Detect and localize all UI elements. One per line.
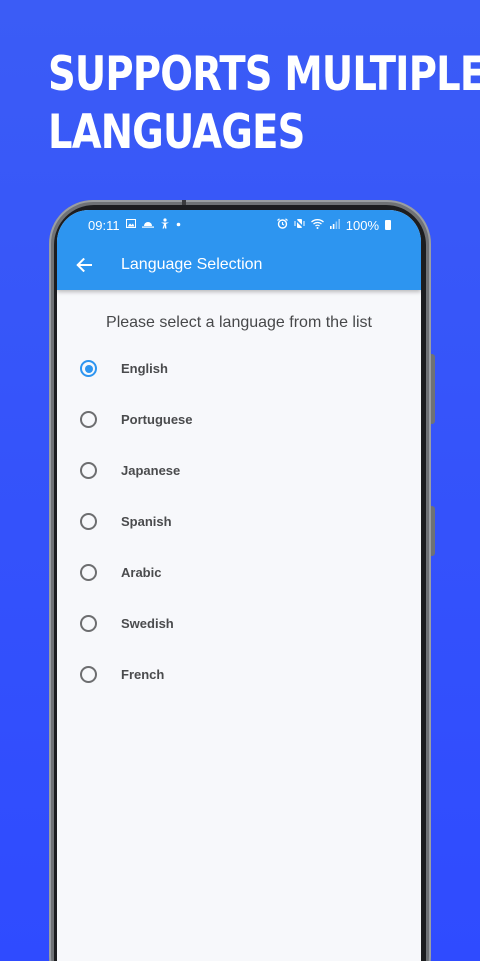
radio-button[interactable] bbox=[80, 462, 97, 479]
language-label: French bbox=[121, 667, 165, 682]
toolbar: Language Selection bbox=[57, 240, 421, 290]
wifi-icon bbox=[310, 218, 324, 232]
language-list: English Portuguese Japanese Spanish Arab… bbox=[57, 343, 421, 700]
weather-notification-icon bbox=[141, 219, 154, 231]
gallery-notification-icon bbox=[125, 219, 136, 231]
promo-heading-line1: SUPPORTS MULTIPLE bbox=[48, 47, 480, 102]
vibrate-mute-icon bbox=[293, 217, 305, 232]
language-label: Swedish bbox=[121, 616, 174, 631]
arrow-left-icon[interactable] bbox=[73, 254, 95, 276]
language-label: Portuguese bbox=[121, 412, 193, 427]
page-title: Language Selection bbox=[121, 256, 263, 273]
language-option-spanish[interactable]: Spanish bbox=[57, 496, 421, 547]
accessibility-notification-icon bbox=[160, 218, 170, 232]
language-label: English bbox=[121, 361, 168, 376]
radio-button-selected[interactable] bbox=[80, 360, 97, 377]
status-bar-left: 09:11 bbox=[88, 218, 181, 233]
phone-screen: 09:11 100% Language Selection Please sel… bbox=[57, 210, 421, 961]
language-option-arabic[interactable]: Arabic bbox=[57, 547, 421, 598]
phone-power-button bbox=[431, 506, 435, 556]
phone-sensor bbox=[182, 200, 186, 205]
signal-icon bbox=[329, 218, 340, 232]
promo-heading: SUPPORTS MULTIPLE LANGUAGES bbox=[48, 46, 480, 162]
radio-button[interactable] bbox=[80, 615, 97, 632]
radio-button[interactable] bbox=[80, 564, 97, 581]
language-label: Arabic bbox=[121, 565, 162, 580]
language-label: Japanese bbox=[121, 463, 181, 478]
language-option-portuguese[interactable]: Portuguese bbox=[57, 394, 421, 445]
language-option-japanese[interactable]: Japanese bbox=[57, 445, 421, 496]
radio-button[interactable] bbox=[80, 666, 97, 683]
app-bar: 09:11 100% Language Selection bbox=[57, 210, 421, 290]
status-time: 09:11 bbox=[88, 217, 120, 233]
status-bar-right: 100% bbox=[276, 217, 391, 233]
radio-button[interactable] bbox=[80, 513, 97, 530]
battery-icon bbox=[385, 220, 391, 230]
promo-heading-line2: LANGUAGES bbox=[48, 105, 305, 160]
battery-percentage: 100% bbox=[345, 217, 379, 233]
alarm-icon bbox=[276, 218, 288, 232]
instruction-text: Please select a language from the list bbox=[106, 314, 372, 331]
more-notifications-dot-icon bbox=[176, 220, 181, 230]
language-option-english[interactable]: English bbox=[57, 343, 421, 394]
language-label: Spanish bbox=[121, 514, 172, 529]
phone-volume-button bbox=[431, 354, 435, 424]
status-bar: 09:11 100% bbox=[57, 210, 421, 240]
radio-button[interactable] bbox=[80, 411, 97, 428]
language-option-swedish[interactable]: Swedish bbox=[57, 598, 421, 649]
language-option-french[interactable]: French bbox=[57, 649, 421, 700]
